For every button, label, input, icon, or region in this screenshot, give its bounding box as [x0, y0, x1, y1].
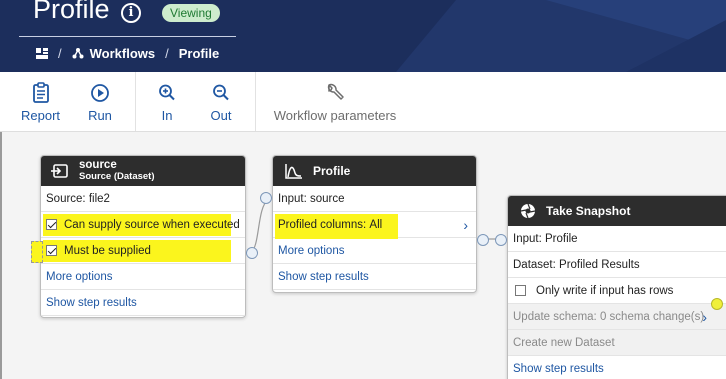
source-value: file2	[88, 192, 110, 205]
zoom-in-icon	[159, 84, 175, 101]
page-title: Profile	[33, 0, 110, 24]
profile-node-header[interactable]: Profile	[273, 156, 476, 186]
title-divider	[19, 36, 236, 37]
supply-source-label: Can supply source when executed	[64, 218, 240, 231]
only-write-checkbox[interactable]	[515, 285, 526, 296]
header-decoration	[396, 0, 726, 72]
only-write-label: Only write if input has rows	[536, 284, 674, 297]
more-options-link[interactable]: More options	[273, 238, 476, 264]
snapshot-dataset-value: Profiled Results	[559, 258, 640, 271]
zoom-in-button[interactable]: In	[152, 72, 182, 131]
source-node[interactable]: source Source (Dataset) Source: file2 Ca…	[31, 155, 258, 318]
input-port[interactable]	[495, 234, 507, 246]
snapshot-input-row[interactable]: Input: Profile	[508, 226, 726, 252]
workflow-canvas[interactable]: source Source (Dataset) Source: file2 Ca…	[0, 132, 726, 379]
profiled-columns-value: All	[369, 218, 383, 231]
breadcrumb-separator: /	[165, 45, 169, 61]
source-node-header[interactable]: source Source (Dataset)	[41, 156, 245, 186]
supply-source-row[interactable]: Can supply source when executed	[41, 212, 245, 238]
update-schema-value: 0 schema change(s)	[599, 310, 705, 323]
zoom-in-label: In	[161, 108, 173, 123]
workflow-parameters-button[interactable]: Workflow parameters	[272, 72, 398, 131]
run-label: Run	[88, 108, 112, 123]
update-schema-label: Update schema:	[513, 310, 597, 323]
source-label: Source:	[46, 192, 86, 205]
profile-input-value: source	[309, 192, 345, 205]
workflow-icon	[72, 48, 84, 59]
drag-handle[interactable]	[31, 241, 43, 263]
must-supply-checkbox[interactable]	[46, 245, 57, 256]
show-step-results-link[interactable]: Show step results	[273, 264, 476, 290]
only-write-row[interactable]: Only write if input has rows	[508, 278, 726, 304]
supply-source-checkbox[interactable]	[46, 219, 57, 230]
take-snapshot-node-title: Take Snapshot	[546, 204, 631, 218]
aperture-icon	[520, 203, 536, 219]
play-circle-icon	[91, 84, 109, 102]
show-step-results-link[interactable]: Show step results	[508, 356, 726, 379]
breadcrumb-separator: /	[58, 45, 62, 61]
source-node-subtitle: Source (Dataset)	[79, 171, 155, 182]
toolbar-divider	[255, 72, 256, 131]
profiled-columns-label: Profiled columns:	[278, 218, 367, 231]
must-supply-label: Must be supplied	[64, 244, 151, 257]
profile-node[interactable]: Profile Input: source Profiled columns: …	[260, 155, 489, 293]
output-port[interactable]	[711, 298, 723, 310]
zoom-out-button[interactable]: Out	[206, 72, 236, 131]
chevron-right-icon[interactable]: ›	[702, 309, 707, 325]
snapshot-dataset-label: Dataset:	[513, 258, 556, 271]
update-schema-row[interactable]: Update schema: 0 schema change(s) ›	[508, 304, 726, 330]
snapshot-input-label: Input:	[513, 232, 542, 245]
wrench-icon	[327, 83, 344, 100]
toolbar-divider	[135, 72, 136, 131]
breadcrumb-workflows[interactable]: Workflows	[90, 46, 156, 61]
profile-node-title: Profile	[313, 164, 351, 178]
snapshot-dataset-row[interactable]: Dataset: Profiled Results	[508, 252, 726, 278]
take-snapshot-node-header[interactable]: Take Snapshot	[508, 196, 726, 226]
input-port[interactable]	[260, 192, 272, 204]
output-port[interactable]	[477, 234, 489, 246]
clipboard-icon	[32, 82, 49, 103]
workflow-parameters-label: Workflow parameters	[273, 108, 397, 123]
profile-chart-icon	[285, 164, 302, 179]
report-label: Report	[20, 108, 61, 123]
profile-input-label: Input:	[278, 192, 307, 205]
info-icon[interactable]: i	[121, 3, 141, 23]
report-button[interactable]: Report	[18, 72, 63, 131]
profiled-columns-row[interactable]: Profiled columns: All ›	[273, 212, 476, 239]
show-step-results-link[interactable]: Show step results	[41, 290, 245, 316]
breadcrumb-profile: Profile	[178, 45, 220, 61]
source-field-row[interactable]: Source: file2	[41, 186, 245, 212]
dashboard-icon[interactable]	[36, 47, 48, 59]
zoom-out-label: Out	[210, 108, 232, 123]
toolbar: Report Run In Out Workflow parameters	[0, 72, 726, 132]
status-badge: Viewing	[162, 4, 220, 22]
run-button[interactable]: Run	[83, 72, 117, 131]
import-icon	[51, 164, 68, 178]
must-supply-row[interactable]: Must be supplied	[41, 238, 245, 264]
source-node-title: source	[79, 159, 117, 171]
zoom-out-icon	[213, 84, 229, 101]
more-options-link[interactable]: More options	[41, 264, 245, 290]
profile-input-row[interactable]: Input: source	[273, 186, 476, 212]
chevron-right-icon[interactable]: ›	[463, 217, 468, 233]
take-snapshot-node[interactable]: Take Snapshot Input: Profile Dataset: Pr…	[495, 195, 726, 379]
page-header: Profile i Viewing / Workflows / Profile	[0, 0, 726, 72]
snapshot-input-value: Profile	[544, 232, 578, 245]
breadcrumb: / Workflows / Profile	[36, 44, 219, 62]
output-port[interactable]	[246, 247, 258, 259]
create-dataset-link: Create new Dataset	[508, 330, 726, 356]
